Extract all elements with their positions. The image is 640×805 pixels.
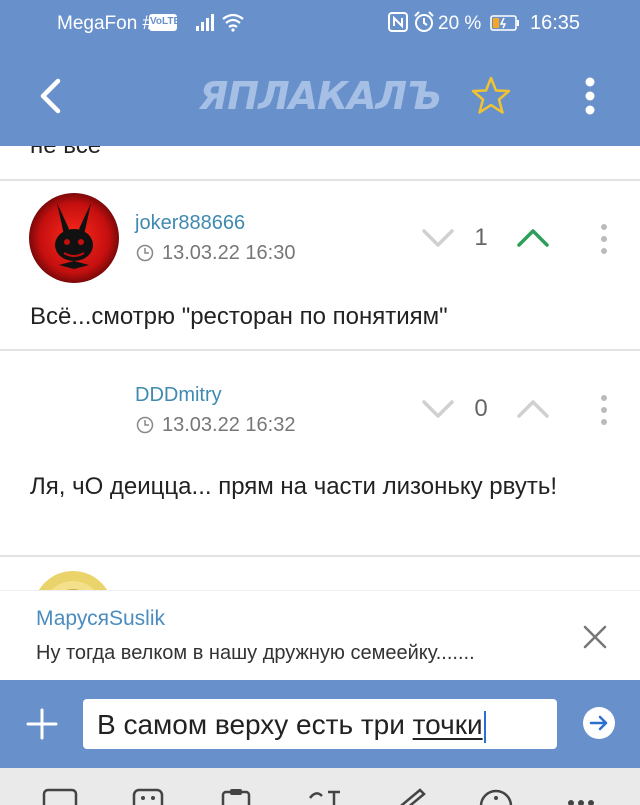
message-text-composing: точки [412,709,483,740]
post-date: 13.03.22 16:32 [162,414,296,436]
favorite-star-icon[interactable] [470,75,512,117]
vote-count: 0 [474,395,488,422]
send-icon[interactable] [581,705,617,741]
avatar[interactable] [29,193,119,283]
post-author[interactable]: DDDmitry [135,384,222,407]
composer-bar: В самом верху есть три точки [0,680,640,768]
message-input[interactable]: В самом верху есть три точки [83,699,557,749]
more-vertical-icon[interactable] [598,222,610,256]
avatar-image [29,193,119,283]
more-vertical-icon[interactable] [598,393,610,427]
plus-icon[interactable] [22,704,62,744]
avatar[interactable] [33,571,113,590]
post-date: 13.03.22 16:30 [162,242,296,264]
clock-icon [136,244,154,262]
divider [0,179,640,181]
info-icon[interactable] [478,788,514,805]
alarm-icon [414,11,434,32]
close-icon[interactable] [580,622,610,652]
back-button[interactable] [30,74,70,118]
post-text: Всё...смотрю "ресторан по понятиям" [30,303,448,330]
divider [0,349,640,351]
text-cursor [483,710,486,743]
more-vertical-icon[interactable] [578,74,602,118]
divider [0,555,640,557]
app-logo: ЯПЛАКАЛЪ [199,74,442,118]
clock-icon [136,416,154,434]
vote-count: 1 [474,224,488,251]
vote-down-icon[interactable] [421,397,455,421]
reply-preview: МарусяSuslik Ну тогда велком в нашу друж… [0,590,640,680]
clipboard-icon[interactable] [220,788,252,805]
keyboard-toolbar [0,768,640,805]
message-text: В самом верху есть три [97,709,413,740]
wifi-icon [222,13,244,32]
vote-up-icon[interactable] [516,397,550,421]
battery-icon [490,15,519,31]
translate-icon[interactable] [306,788,342,805]
previous-comment-text: не все [30,146,101,160]
reply-author: МарусяSuslik [36,607,166,630]
reply-quote: Ну тогда велком в нашу дружную семеейку.… [36,642,475,664]
vote-up-icon[interactable] [516,226,550,250]
post-author[interactable]: joker888666 [135,212,245,235]
emoji-icon[interactable] [132,788,164,805]
signal-icon [196,14,214,31]
comments-feed[interactable]: не все joker888666 13.03.22 16:30 [0,146,640,590]
volte-badge: VoLTE [149,14,180,31]
gif-icon[interactable] [42,788,78,805]
carrier-name: MegaFon #1 [57,13,164,34]
status-bar: MegaFon #1 VoLTE 20 % 16:35 [0,0,640,46]
battery-percent: 20 % [438,13,482,34]
more-horizontal-icon[interactable] [566,788,596,805]
app-bar: ЯПЛАКАЛЪ [0,46,640,146]
clock-time: 16:35 [530,12,581,34]
chevron-left-icon [40,78,61,114]
nfc-icon [388,12,408,32]
avatar-image [33,571,113,590]
post-text: Ля, чО деицца... прям на части лизоньку … [30,473,558,500]
vote-down-icon[interactable] [421,226,455,250]
handwriting-icon[interactable] [392,788,428,805]
